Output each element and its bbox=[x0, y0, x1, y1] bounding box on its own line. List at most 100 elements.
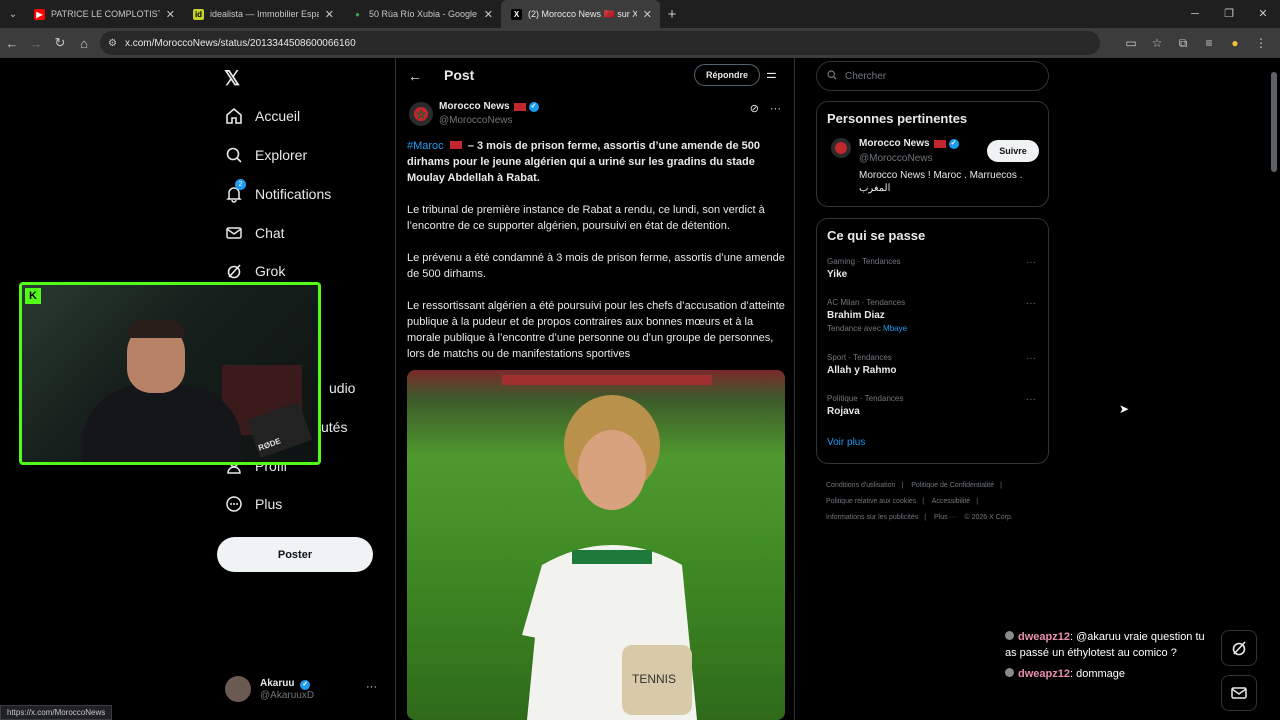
nav-item-explore[interactable]: Explorer bbox=[225, 142, 307, 168]
page-scrollbar[interactable] bbox=[1270, 60, 1278, 720]
trend-more-icon[interactable]: ··· bbox=[1026, 257, 1036, 268]
footer-link[interactable]: Plus ··· bbox=[934, 514, 957, 521]
mouse-cursor-icon: ➤ bbox=[1119, 402, 1130, 416]
browser-menu-icon[interactable]: ⋮ bbox=[1248, 36, 1274, 50]
reply-button[interactable]: Répondre bbox=[694, 64, 760, 86]
reload-icon[interactable]: ↻ bbox=[48, 35, 72, 51]
trend-item[interactable]: Gaming · Tendances Yike ··· bbox=[817, 255, 1048, 296]
nav-label: Accueil bbox=[255, 108, 301, 124]
nav-item-notifications[interactable]: 2 Notifications bbox=[225, 179, 331, 207]
trend-item[interactable]: AC Milan · Tendances Brahim Diaz Tendanc… bbox=[817, 296, 1048, 351]
trend-name: Yike bbox=[827, 269, 848, 280]
relevant-people-card: Personnes pertinentes Morocco News ✓ @Mo… bbox=[816, 101, 1049, 207]
search-icon bbox=[827, 69, 837, 83]
hashtag-link[interactable]: #Maroc bbox=[407, 140, 444, 152]
search-input[interactable]: Chercher bbox=[816, 61, 1049, 91]
trend-item[interactable]: Politique · Tendances Rojava ··· bbox=[817, 392, 1048, 433]
trend-more-icon[interactable]: ··· bbox=[1026, 394, 1036, 405]
trends-card: Ce qui se passe Gaming · Tendances Yike … bbox=[816, 218, 1049, 464]
verified-badge-icon: ✓ bbox=[300, 679, 311, 690]
youtube-favicon-icon: ▶ bbox=[34, 8, 45, 20]
nav-item-chat[interactable]: Chat bbox=[225, 220, 285, 246]
nav-item-home[interactable]: Accueil bbox=[225, 103, 300, 129]
close-tab-icon[interactable]: ✕ bbox=[484, 8, 493, 21]
extensions-icon[interactable]: ⧉ bbox=[1170, 36, 1196, 51]
bag-text: TENNIS bbox=[632, 672, 676, 686]
chat-username: dweapz12 bbox=[1018, 631, 1070, 643]
user-name[interactable]: Morocco News ✓ bbox=[859, 138, 959, 149]
morocco-flag-icon bbox=[449, 141, 462, 149]
messages-floating-button[interactable] bbox=[1221, 675, 1257, 711]
footer-link[interactable]: Politique de Confidentialité bbox=[911, 482, 994, 489]
author-avatar[interactable] bbox=[409, 102, 433, 126]
close-window-icon[interactable]: ✕ bbox=[1246, 0, 1280, 28]
grok-icon[interactable]: ⊘ bbox=[750, 103, 759, 115]
tweet-header: Morocco News ✓ @MoroccoNews ⊘ ··· bbox=[407, 100, 785, 132]
settings-sliders-icon[interactable]: ⚌ bbox=[766, 67, 777, 81]
close-tab-icon[interactable]: ✕ bbox=[643, 8, 652, 21]
stream-chat-overlay: dweapz12: @akaruu vraie question tu as p… bbox=[1005, 629, 1215, 687]
close-tab-icon[interactable]: ✕ bbox=[325, 8, 334, 21]
relevant-user[interactable]: Morocco News ✓ @MoroccoNews Morocco News… bbox=[817, 126, 1048, 196]
profile-avatar-icon[interactable]: ● bbox=[1222, 36, 1248, 50]
account-more-icon[interactable]: ··· bbox=[366, 681, 377, 693]
follow-button[interactable]: Suivre bbox=[987, 140, 1039, 162]
back-icon[interactable]: ← bbox=[0, 36, 24, 51]
see-more-link[interactable]: Voir plus bbox=[827, 437, 1048, 448]
toolbar-icons: ▭ ☆ ⧉ ≡ ● ⋮ bbox=[1118, 28, 1274, 58]
scrollbar-thumb[interactable] bbox=[1271, 72, 1277, 172]
tweet-more-icon[interactable]: ··· bbox=[770, 103, 781, 115]
new-tab-icon[interactable]: + bbox=[660, 6, 684, 23]
grok-icon bbox=[225, 262, 243, 280]
browser-tab[interactable]: id idealista — Immobilier Espagne ✕ bbox=[183, 0, 342, 28]
address-toolbar: ← → ↻ ⌂ ⚙ x.com/MoroccoNews/status/20133… bbox=[0, 28, 1280, 58]
nav-item-studio[interactable]: udio bbox=[329, 375, 355, 401]
tweet-actions: ⊘ ··· bbox=[742, 102, 781, 115]
nav-item-grok[interactable]: Grok bbox=[225, 258, 285, 284]
footer-link[interactable]: Informations sur les publicités bbox=[826, 514, 918, 521]
home-browser-icon[interactable]: ⌂ bbox=[72, 36, 96, 51]
browser-tab[interactable]: ● 50 Rúa Río Xubia - Google Ma ✕ bbox=[342, 0, 501, 28]
trend-related-link[interactable]: Mbaye bbox=[883, 324, 907, 333]
tab-title: (2) Morocco News 🇲🇦 sur X : "# bbox=[528, 8, 637, 19]
post-button[interactable]: Poster bbox=[217, 537, 373, 572]
footer-separator: | bbox=[924, 514, 927, 521]
reading-list-icon[interactable]: ≡ bbox=[1196, 36, 1222, 50]
tab-search-icon[interactable]: ⌄ bbox=[2, 3, 24, 25]
nav-item-communities[interactable]: utés bbox=[321, 414, 347, 440]
trend-item[interactable]: Sport · Tendances Allah y Rahmo ··· bbox=[817, 351, 1048, 392]
address-bar[interactable]: ⚙ x.com/MoroccoNews/status/2013344508600… bbox=[100, 31, 1100, 55]
restore-icon[interactable]: ❐ bbox=[1212, 0, 1246, 28]
back-arrow-icon[interactable]: ← bbox=[408, 68, 422, 84]
tab-title: PATRICE LE COMPLOTISTE, 73 A bbox=[51, 9, 160, 19]
bookmark-star-icon[interactable]: ☆ bbox=[1144, 36, 1170, 50]
footer-link[interactable]: Accessibilité bbox=[932, 498, 971, 505]
minimize-icon[interactable]: ─ bbox=[1178, 0, 1212, 28]
nav-label: utés bbox=[321, 419, 348, 435]
tweet-image[interactable]: TENNIS bbox=[407, 370, 785, 720]
nav-item-more[interactable]: Plus bbox=[225, 491, 282, 517]
main-column: ← Post Répondre ⚌ Morocco News ✓ @Morocc… bbox=[395, 58, 795, 720]
author-handle[interactable]: @MoroccoNews bbox=[439, 115, 513, 126]
webcam-person-hair bbox=[127, 320, 185, 338]
verified-badge-icon: ✓ bbox=[528, 101, 539, 112]
user-handle[interactable]: @MoroccoNews bbox=[859, 153, 933, 164]
author-name[interactable]: Morocco News ✓ bbox=[439, 101, 539, 112]
x-logo-icon[interactable]: 𝕏 bbox=[224, 66, 240, 91]
grok-floating-button[interactable] bbox=[1221, 630, 1257, 666]
cast-icon[interactable]: ▭ bbox=[1118, 36, 1144, 50]
account-name: Akaruu ✓ bbox=[260, 678, 314, 690]
user-avatar[interactable] bbox=[831, 138, 851, 158]
browser-tab-active[interactable]: X (2) Morocco News 🇲🇦 sur X : "# ✕ bbox=[501, 0, 660, 28]
site-info-icon[interactable]: ⚙ bbox=[108, 38, 117, 49]
footer-links: Conditions d'utilisation | Politique de C… bbox=[826, 478, 1046, 526]
forward-icon[interactable]: → bbox=[24, 36, 48, 51]
account-switcher[interactable]: Akaruu ✓ @AkaruuxD ··· bbox=[225, 675, 385, 703]
footer-link[interactable]: Politique relative aux cookies bbox=[826, 498, 916, 505]
browser-tab[interactable]: ▶ PATRICE LE COMPLOTISTE, 73 A ✕ bbox=[24, 0, 183, 28]
footer-link[interactable]: Conditions d'utilisation bbox=[826, 482, 895, 489]
trend-more-icon[interactable]: ··· bbox=[1026, 298, 1036, 309]
close-tab-icon[interactable]: ✕ bbox=[166, 8, 175, 21]
trend-more-icon[interactable]: ··· bbox=[1026, 353, 1036, 364]
url-text: x.com/MoroccoNews/status/201334450860006… bbox=[124, 37, 356, 49]
